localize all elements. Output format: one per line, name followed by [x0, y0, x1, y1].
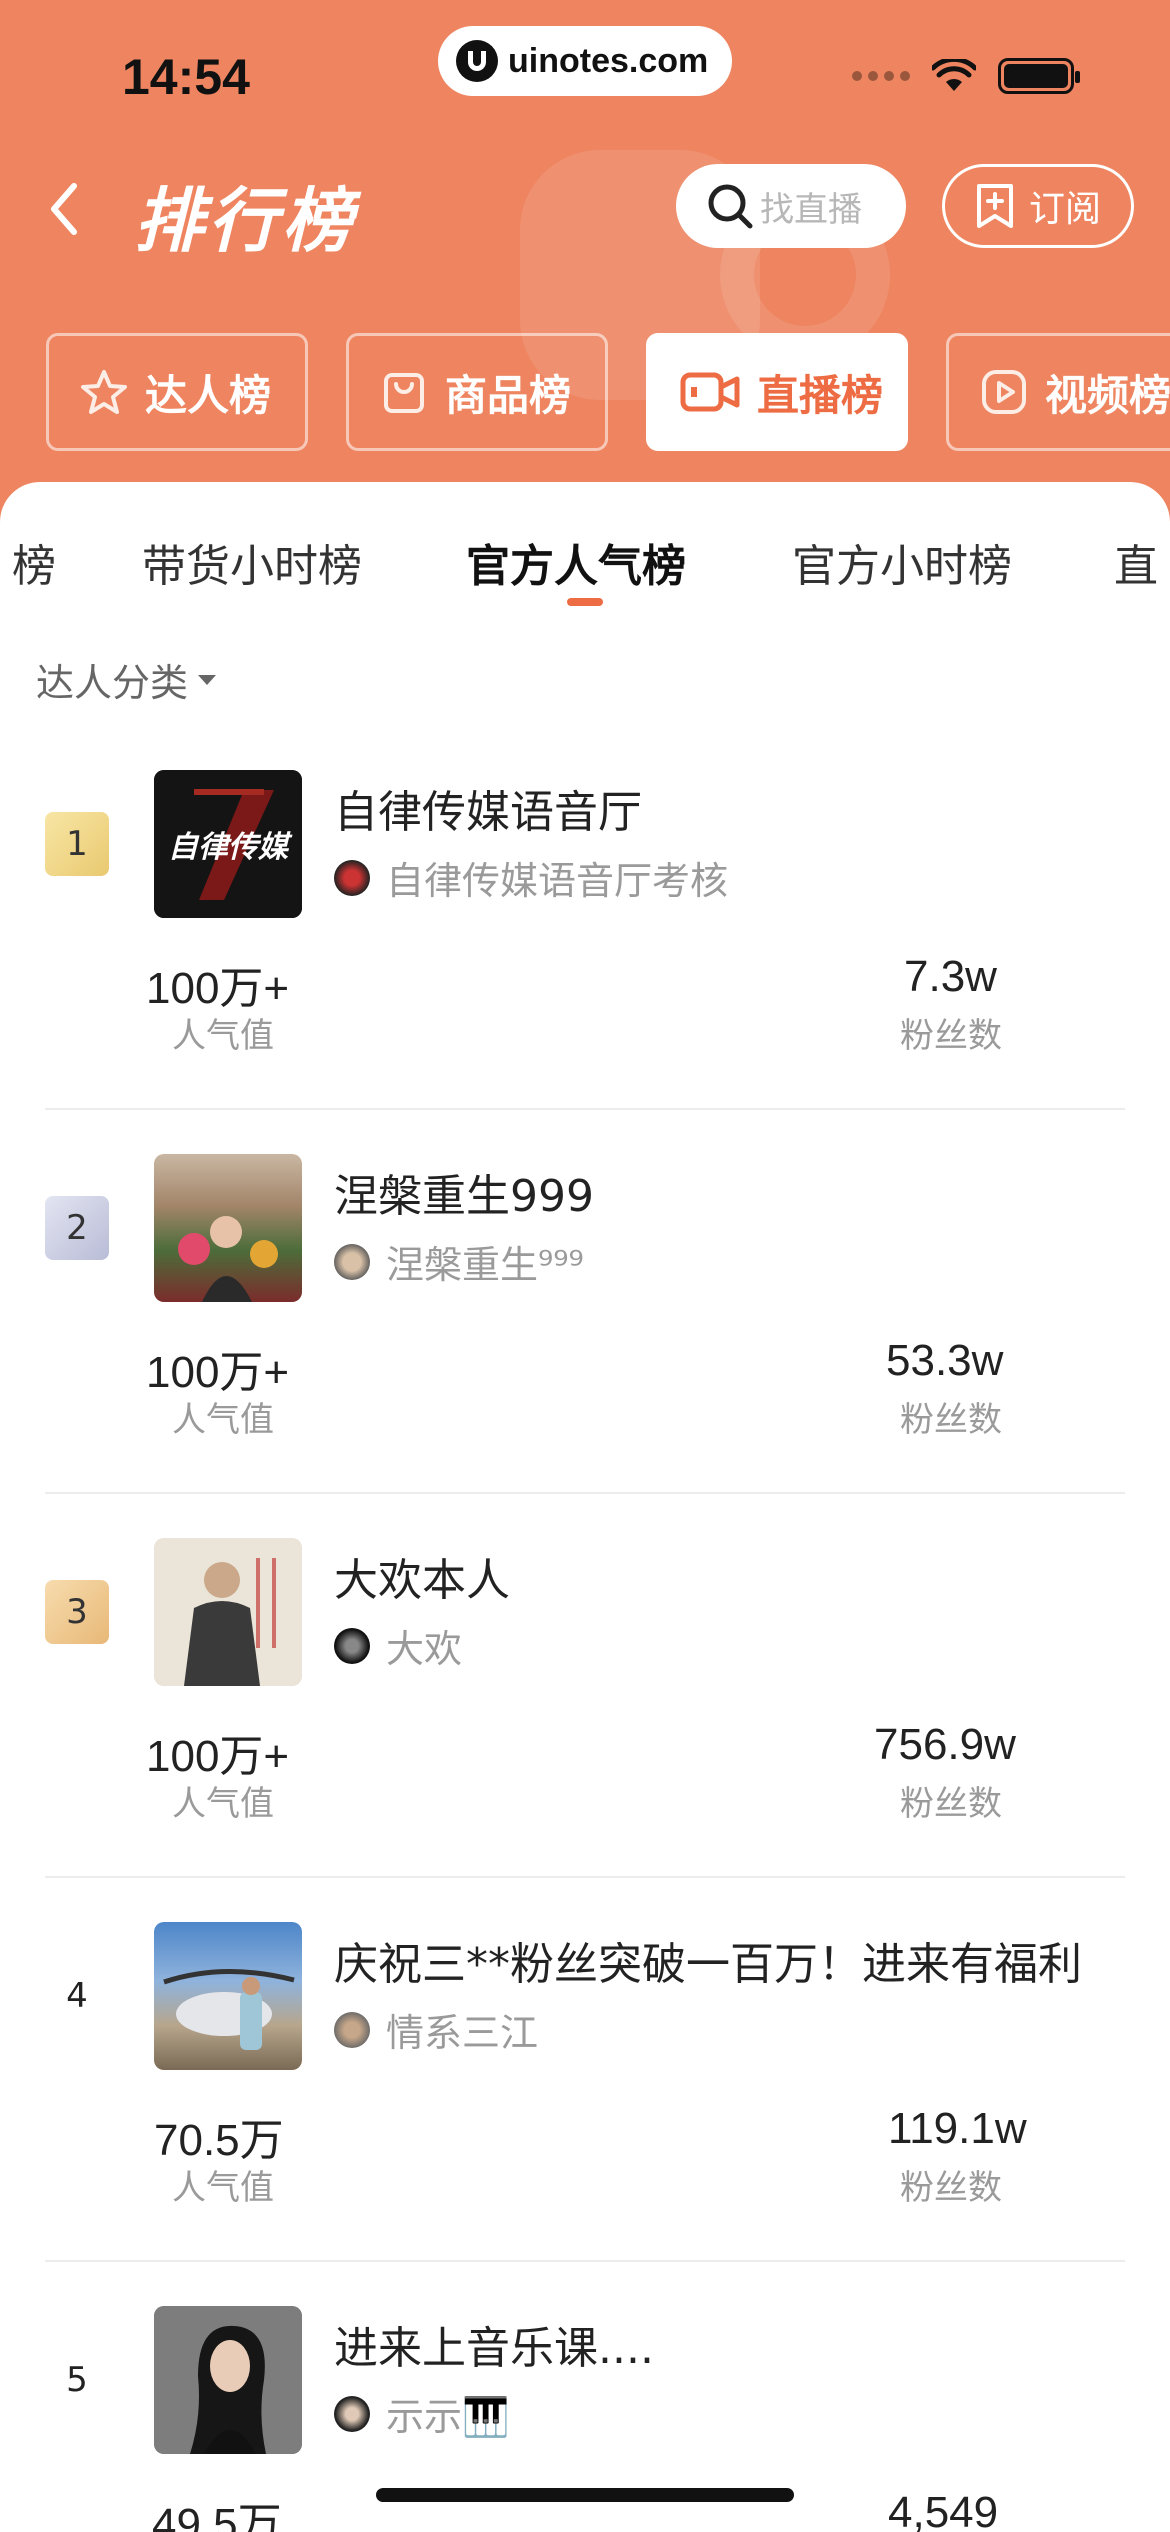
- host-name: 大欢: [386, 1627, 463, 1671]
- uinotes-logo-icon: [456, 40, 498, 82]
- room-cover-image: [154, 1538, 302, 1686]
- url-watermark: uinotes.com: [438, 26, 732, 96]
- wifi-icon: [932, 59, 976, 91]
- popularity-value: 100万+: [146, 1348, 290, 1397]
- room-title: 涅槃重生999: [334, 1171, 594, 1222]
- sub-tab-sales-hourly[interactable]: 带货小时榜: [142, 530, 362, 594]
- host-name: 自律传媒语音厅考核: [386, 859, 729, 903]
- active-tab-indicator: [567, 598, 603, 606]
- room-cover-art: [154, 1538, 302, 1686]
- tab-live-ranking[interactable]: 直播榜: [646, 333, 908, 451]
- subscribe-button[interactable]: 订阅: [942, 164, 1134, 248]
- fans-label: 粉丝数: [900, 1016, 1002, 1056]
- header-background: 14:54 uinotes.com 排行榜 找直播 订阅 达人榜 商品榜 直播榜…: [0, 0, 1170, 540]
- room-cover-image: [154, 2306, 302, 2454]
- host-name: 涅槃重生⁹⁹⁹: [386, 1243, 584, 1287]
- url-text: uinotes.com: [508, 41, 709, 80]
- rank-badge-gold: 1: [45, 812, 109, 876]
- tab-label: 视频榜: [1045, 370, 1170, 420]
- fans-value: 53.3w: [886, 1336, 1004, 1385]
- room-title: 大欢本人: [334, 1555, 510, 1606]
- ranking-row[interactable]: 2 涅槃重生999 涅槃重生⁹⁹⁹ 100万+ 人气值 53.3w 粉丝数: [0, 1110, 1170, 1494]
- room-title: 进来上音乐课....: [334, 2323, 654, 2374]
- tab-creator-ranking[interactable]: 达人榜: [46, 333, 308, 451]
- tab-label: 达人榜: [145, 370, 272, 420]
- play-icon: [982, 370, 1026, 414]
- tab-label: 商品榜: [445, 370, 572, 420]
- fans-label: 粉丝数: [900, 1400, 1002, 1440]
- rank-number: 5: [66, 2360, 88, 2400]
- search-placeholder: 找直播: [760, 189, 862, 230]
- rank-badge-silver: 2: [45, 1196, 109, 1260]
- popularity-value: 49.5万: [152, 2500, 282, 2532]
- room-cover-image: [154, 1922, 302, 2070]
- room-title: 庆祝三**粉丝突破一百万！进来有福利: [334, 1939, 1082, 1990]
- shopping-bag-icon: [384, 373, 424, 413]
- host-info: 大欢: [334, 1618, 462, 1673]
- tab-label: 直播榜: [757, 370, 884, 420]
- sub-tab-truncated-right[interactable]: 直: [1114, 530, 1158, 594]
- fans-value: 119.1w: [888, 2104, 1027, 2153]
- host-avatar: [334, 2011, 370, 2048]
- popularity-value: 100万+: [146, 964, 290, 1013]
- rank-number: 4: [66, 1976, 88, 2016]
- rank-badge-bronze: 3: [45, 1580, 109, 1644]
- ranking-row[interactable]: 1 自律传媒 自律传媒语音厅 自律传媒语音厅考核 100万+ 人气值 7.3w …: [0, 726, 1170, 1110]
- room-cover-art: [178, 1216, 278, 1302]
- room-cover-art: [163, 1969, 295, 2050]
- caret-down-icon: [198, 674, 217, 685]
- status-icons: [852, 58, 1080, 94]
- host-info: 自律传媒语音厅考核: [334, 850, 728, 905]
- sub-tab-official-hourly[interactable]: 官方小时榜: [792, 530, 1012, 594]
- ranking-sheet: 榜 带货小时榜 官方人气榜 官方小时榜 直 达人分类 1 自律传媒 自律传媒语音…: [0, 482, 1170, 2532]
- cellular-signal-icon: [852, 71, 910, 81]
- host-info: 情系三江: [334, 2002, 538, 2057]
- fans-label: 粉丝数: [900, 2168, 1002, 2208]
- host-avatar: [334, 2395, 370, 2432]
- host-name: 情系三江: [386, 2011, 539, 2055]
- tab-video-ranking[interactable]: 视频榜: [946, 333, 1170, 451]
- back-arrow-icon[interactable]: [40, 178, 92, 240]
- fans-label: 粉丝数: [900, 1784, 1002, 1824]
- home-indicator[interactable]: [376, 2488, 794, 2502]
- tab-product-ranking[interactable]: 商品榜: [346, 333, 608, 451]
- video-camera-icon: [680, 372, 740, 412]
- room-cover-image: 自律传媒: [154, 770, 302, 918]
- status-time: 14:54: [122, 49, 250, 105]
- popularity-label: 人气值: [172, 1016, 274, 1056]
- popularity-label: 人气值: [172, 2168, 274, 2208]
- popularity-value: 100万+: [146, 1732, 290, 1781]
- host-info: 涅槃重生⁹⁹⁹: [334, 1234, 584, 1289]
- cover-brand-text: 自律传媒: [168, 830, 288, 865]
- ranking-row[interactable]: 4 庆祝三**粉丝突破一百万！进来有福利 情系三江 70.5万 人气值 119.…: [0, 1878, 1170, 2262]
- category-tabs: 达人榜 商品榜 直播榜 视频榜: [46, 333, 1170, 451]
- popularity-label: 人气值: [172, 1400, 274, 1440]
- star-icon: [81, 370, 127, 414]
- host-avatar: [334, 1627, 370, 1664]
- creator-category-filter[interactable]: 达人分类: [36, 652, 217, 707]
- host-name: 示示🎹: [386, 2395, 510, 2439]
- popularity-label: 人气值: [172, 1784, 274, 1824]
- room-cover-art: [154, 2306, 302, 2454]
- battery-icon: [998, 58, 1080, 94]
- fans-value: 4,549: [888, 2488, 999, 2532]
- room-title: 自律传媒语音厅: [334, 787, 642, 838]
- host-avatar: [334, 1243, 370, 1280]
- search-icon: [708, 184, 753, 229]
- ranking-row[interactable]: 3 大欢本人 大欢 756.9w 粉丝数 100万+ 人气值: [0, 1494, 1170, 1878]
- subscribe-label: 订阅: [1029, 189, 1102, 230]
- sub-tab-official-popularity[interactable]: 官方人气榜: [466, 530, 686, 594]
- sub-tab-truncated-left[interactable]: 榜: [12, 530, 56, 594]
- fans-value: 756.9w: [874, 1720, 1016, 1769]
- host-avatar: [334, 859, 370, 896]
- popularity-value: 70.5万: [154, 2116, 284, 2165]
- search-button[interactable]: 找直播: [676, 164, 906, 248]
- fans-value: 7.3w: [904, 952, 997, 1001]
- room-cover-image: [154, 1154, 302, 1302]
- page-title: 排行榜: [134, 180, 356, 262]
- bookmark-add-icon: [977, 184, 1013, 228]
- filter-label: 达人分类: [36, 661, 189, 705]
- host-info: 示示🎹: [334, 2386, 509, 2441]
